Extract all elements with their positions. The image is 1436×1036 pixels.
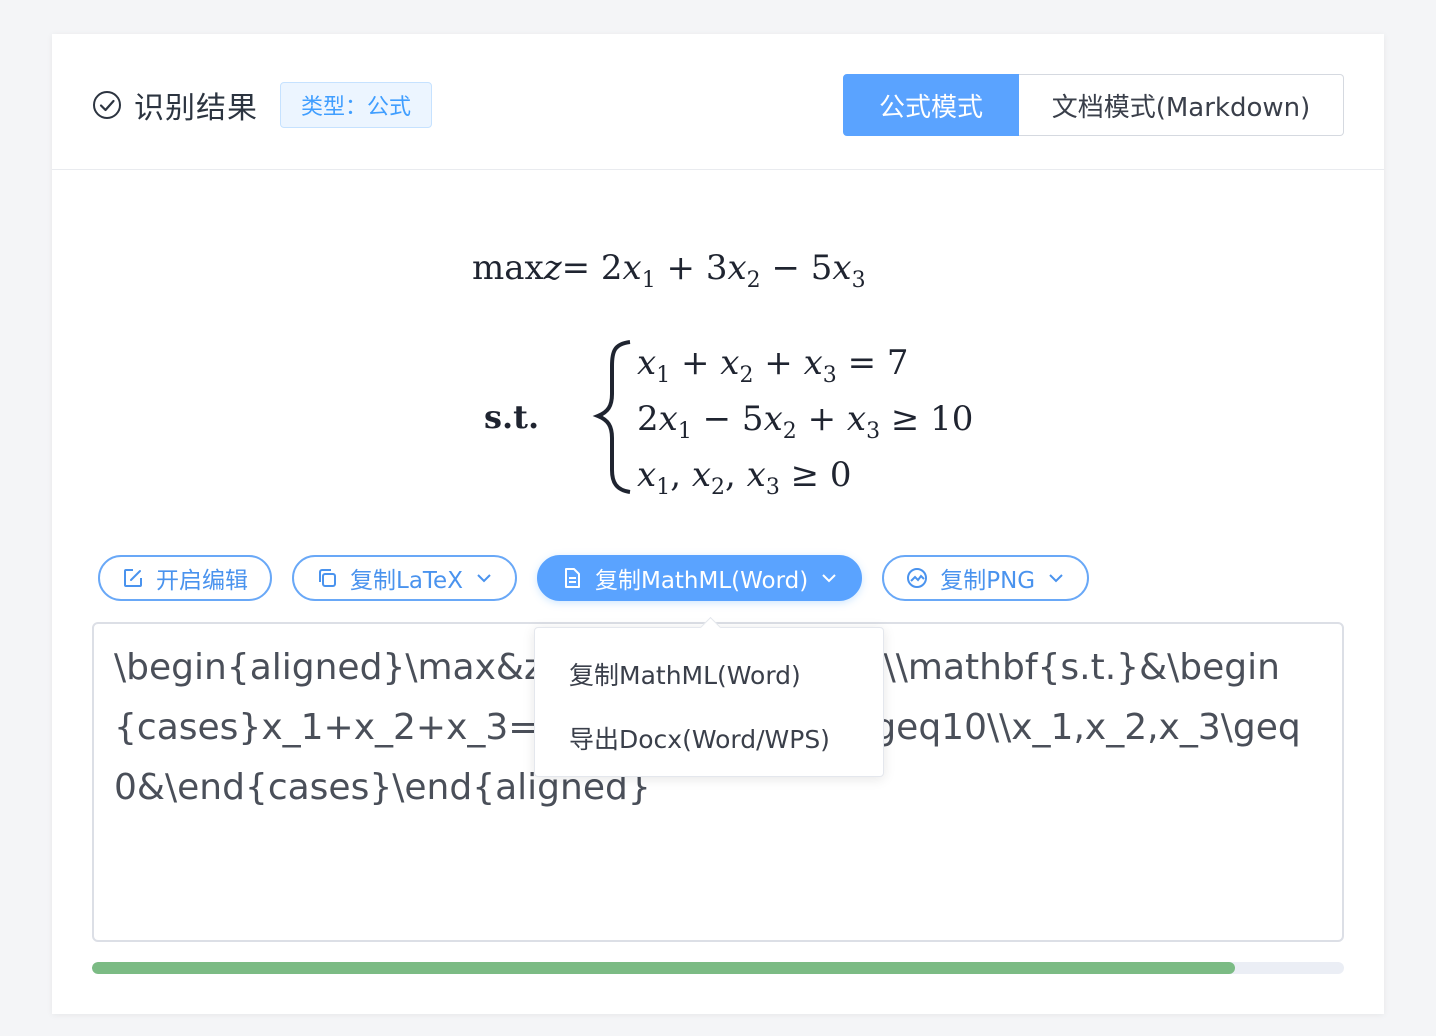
result-card: 识别结果 类型：公式 公式模式 文档模式(Markdown) maxz= 2x1… (52, 34, 1384, 1014)
formula-preview: maxz= 2x1 + 3x2 − 5x3 s.t. x1 + x2 + x3 … (52, 224, 1384, 504)
st-label: s.t. (484, 398, 539, 436)
progress-fill (92, 962, 1236, 974)
menu-item-copy-mathml[interactable]: 复制MathML(Word) (569, 656, 801, 692)
resize-handle-icon[interactable] (1326, 924, 1340, 938)
edit-button-label: 开启编辑 (156, 568, 248, 594)
copy-latex-label: 复制LaTeX (350, 568, 463, 594)
page-title: 识别结果 (134, 91, 258, 126)
copy-mathml-button[interactable]: 复制MathML(Word) (536, 555, 863, 601)
formula-line-1: maxz= 2x1 + 3x2 − 5x3 (472, 248, 866, 293)
edit-icon (122, 567, 144, 589)
chevron-down-icon (1047, 569, 1065, 587)
formula-case-3: x1, x2, x3 ≥ 0 (637, 455, 852, 500)
type-badge: 类型：公式 (280, 82, 433, 128)
progress-bar (92, 962, 1344, 974)
document-mode-button[interactable]: 文档模式(Markdown) (1019, 74, 1344, 136)
title-group: 识别结果 类型：公式 (92, 82, 433, 128)
result-header: 识别结果 类型：公式 公式模式 文档模式(Markdown) (52, 34, 1384, 170)
copy-png-label: 复制PNG (940, 568, 1036, 594)
edit-button[interactable]: 开启编辑 (98, 555, 272, 601)
cases-brace (592, 340, 631, 494)
copy-mathml-label: 复制MathML(Word) (594, 568, 809, 594)
image-icon (906, 567, 928, 589)
check-circle-icon (92, 90, 122, 120)
formula-render: maxz= 2x1 + 3x2 − 5x3 s.t. x1 + x2 + x3 … (472, 248, 973, 500)
formula-mode-button[interactable]: 公式模式 (843, 74, 1019, 136)
action-bar: 开启编辑 复制LaTeX 复制MathML(Word) 复制PNG (98, 554, 1109, 602)
formula-case-2: 2x1 − 5x2 + x3 ≥ 10 (637, 399, 973, 444)
chevron-down-icon (475, 569, 493, 587)
copy-icon (316, 567, 338, 589)
copy-latex-button[interactable]: 复制LaTeX (292, 555, 517, 601)
document-icon (561, 567, 583, 589)
mathml-dropdown-menu: 复制MathML(Word) 导出Docx(Word/WPS) (534, 616, 884, 777)
chevron-down-icon (820, 569, 838, 587)
copy-png-button[interactable]: 复制PNG (882, 555, 1090, 601)
menu-item-export-docx[interactable]: 导出Docx(Word/WPS) (569, 720, 830, 756)
mode-switch: 公式模式 文档模式(Markdown) (843, 74, 1344, 136)
formula-case-1: x1 + x2 + x3 = 7 (637, 343, 909, 388)
